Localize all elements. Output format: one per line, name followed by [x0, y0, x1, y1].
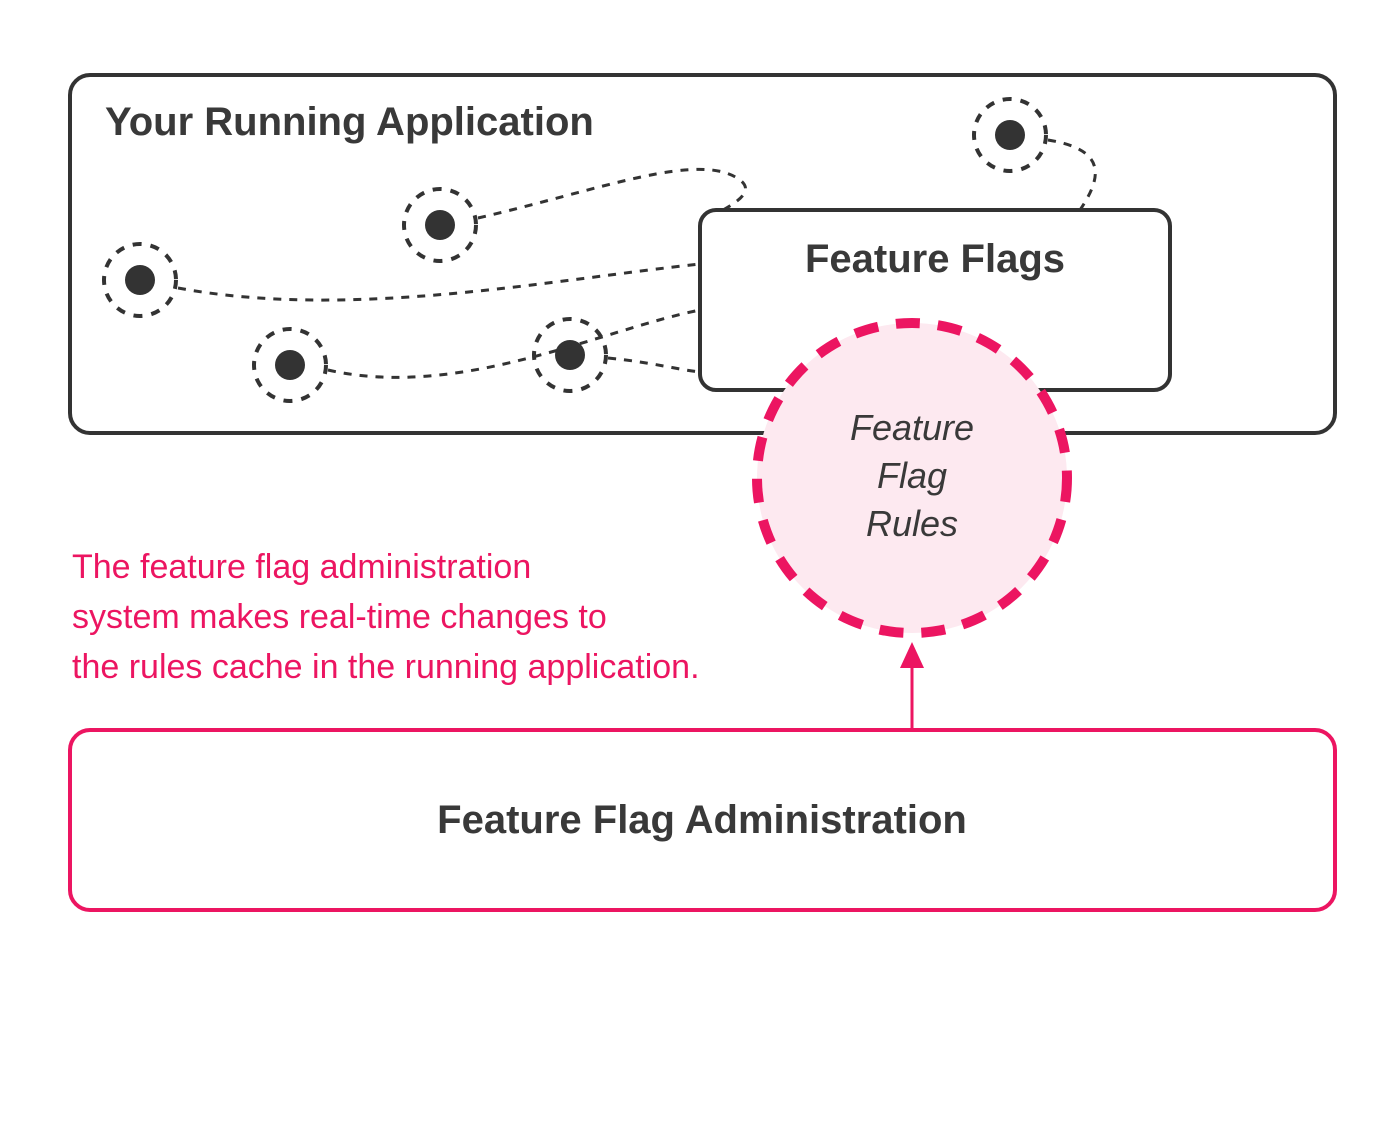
node-dot	[534, 319, 606, 391]
connector	[1048, 140, 1095, 210]
caption-line1: The feature flag administration	[72, 548, 531, 586]
rules-circle-line1: Feature	[850, 407, 974, 448]
connector	[178, 264, 700, 300]
connector	[478, 169, 746, 218]
node-dot	[974, 99, 1046, 171]
rules-circle-line3: Rules	[866, 503, 958, 544]
arrowhead-icon	[900, 642, 924, 668]
connector	[608, 358, 700, 372]
node-dot	[104, 244, 176, 316]
connector	[328, 310, 700, 377]
rules-circle-line2: Flag	[877, 455, 947, 496]
application-title: Your Running Application	[105, 100, 594, 144]
node-dot	[254, 329, 326, 401]
diagram-canvas: Your Running Application Feature Flags F…	[0, 0, 1400, 1122]
admin-title: Feature Flag Administration	[437, 798, 967, 842]
caption-line2: system makes real-time changes to	[72, 598, 607, 636]
node-dot	[404, 189, 476, 261]
feature-flags-title: Feature Flags	[805, 237, 1065, 281]
caption-line3: the rules cache in the running applicati…	[72, 648, 700, 686]
